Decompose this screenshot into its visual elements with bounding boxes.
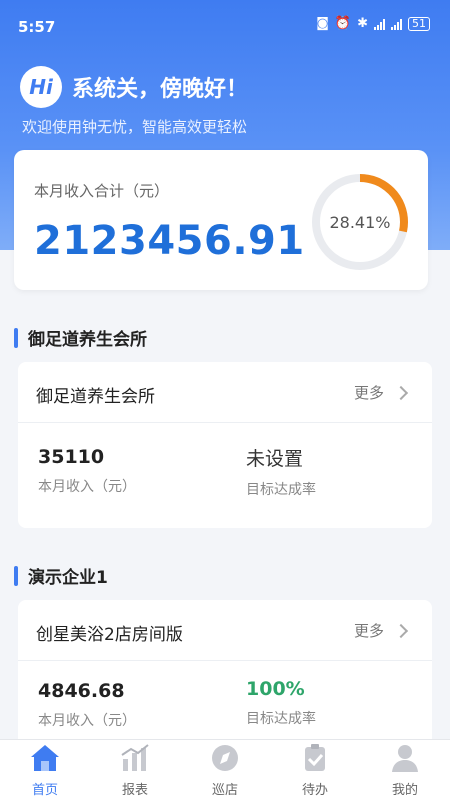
report-icon (121, 743, 149, 771)
tab-label: 首页 (31, 782, 58, 798)
store-card-1[interactable]: 御足道养生会所 更多 35110 本月收入（元） 未设置 目标达成率 (18, 362, 432, 528)
store-card-head: 御足道养生会所 更多 (18, 362, 432, 423)
signal-icon (374, 18, 385, 30)
summary-label: 本月收入合计（元） (34, 182, 170, 200)
status-icons: ◙ ⏰ ✱ 51 (316, 16, 430, 31)
income-label: 本月收入（元） (38, 713, 136, 729)
battery-icon: 51 (408, 16, 430, 31)
tab-todo[interactable]: 待办 (275, 743, 355, 798)
target-value: 100% (246, 678, 305, 700)
greeting: Hi 系统关，傍晚好！ (20, 66, 248, 108)
tab-home[interactable]: 首页 (5, 743, 85, 798)
target-stat: 100% 目标达成率 (246, 678, 316, 728)
section-accent (14, 565, 18, 586)
target-label: 目标达成率 (246, 711, 316, 727)
section-title-text: 演示企业1 (28, 568, 108, 588)
bottom-tab-bar: 首页 报表 巡店 待办 我的 (0, 739, 450, 800)
tab-report[interactable]: 报表 (95, 743, 175, 798)
store-card-2[interactable]: 创星美浴2店房间版 更多 4846.68 本月收入（元） 100% 目标达成率 (18, 600, 432, 750)
target-label: 目标达成率 (246, 482, 316, 498)
section-title-2: 演示企业1 (14, 563, 108, 588)
clipboard-check-icon (305, 743, 325, 771)
tab-mine[interactable]: 我的 (365, 743, 445, 798)
section-title-1: 御足道养生会所 (14, 325, 147, 350)
chevron-right-icon (393, 385, 409, 400)
tab-label: 待办 (301, 782, 328, 798)
more-link[interactable]: 更多 (353, 620, 409, 641)
income-value: 4846.68 (38, 680, 125, 702)
tab-label: 报表 (121, 782, 148, 798)
summary-amount: 2123456.91 (34, 218, 305, 264)
income-stat: 35110 本月收入（元） (38, 446, 136, 496)
bluetooth-icon: ✱ (357, 16, 368, 31)
chevron-right-icon (393, 623, 409, 638)
status-bar: 5:57 ◙ ⏰ ✱ 51 (0, 0, 450, 48)
compass-icon (212, 744, 238, 771)
tab-label: 巡店 (211, 782, 238, 798)
status-time: 5:57 (18, 18, 56, 36)
more-label: 更多 (353, 384, 384, 402)
section-accent (14, 327, 18, 348)
home-icon (31, 744, 59, 771)
user-icon (392, 744, 418, 772)
target-value: 未设置 (246, 448, 304, 470)
store-name: 创星美浴2店房间版 (36, 625, 183, 645)
alarm-icon: ⏰ (334, 16, 352, 31)
income-label: 本月收入（元） (38, 479, 136, 495)
section-title-text: 御足道养生会所 (28, 330, 147, 350)
tab-patrol[interactable]: 巡店 (185, 743, 265, 798)
signal-icon-2 (391, 18, 402, 30)
income-stat: 4846.68 本月收入（元） (38, 680, 136, 730)
tab-label: 我的 (391, 782, 418, 798)
more-label: 更多 (353, 622, 384, 640)
nfc-icon: ◙ (316, 16, 329, 31)
greeting-title: 系统关，傍晚好！ (72, 77, 249, 102)
target-stat: 未设置 目标达成率 (246, 444, 316, 499)
more-link[interactable]: 更多 (353, 382, 409, 403)
greeting-subtitle: 欢迎使用钟无忧，智能高效更轻松 (22, 118, 248, 136)
income-summary-card[interactable]: 本月收入合计（元） 2123456.91 28.41% (14, 150, 428, 290)
hi-logo: Hi (20, 66, 62, 108)
ring-percent: 28.41% (329, 212, 391, 232)
store-name: 御足道养生会所 (36, 387, 155, 407)
store-card-head: 创星美浴2店房间版 更多 (18, 600, 432, 661)
income-value: 35110 (38, 446, 105, 468)
